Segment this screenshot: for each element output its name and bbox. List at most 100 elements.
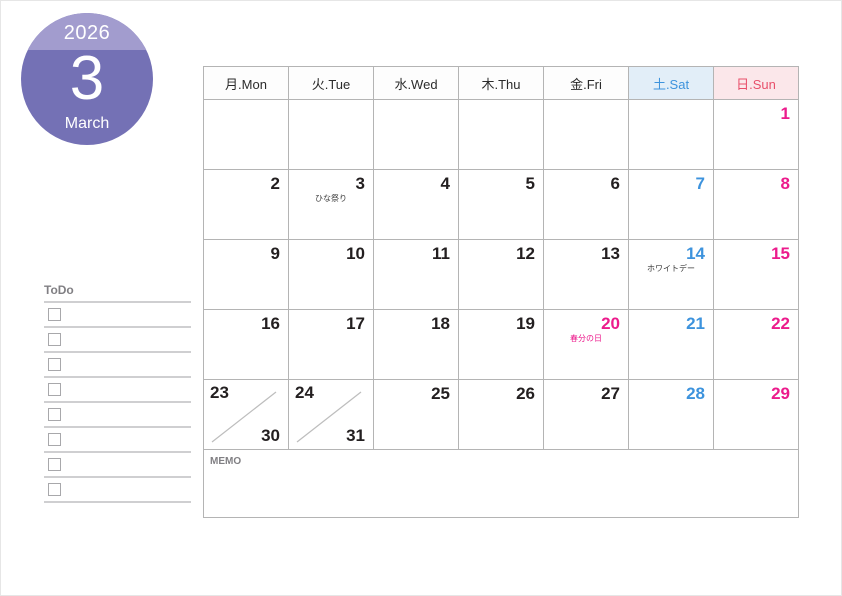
calendar-cell-13[interactable]: 13 <box>543 239 629 310</box>
todo-checkbox[interactable] <box>48 408 61 421</box>
calendar-cell-split-24-31[interactable]: 24 31 <box>288 379 374 450</box>
calendar-cell-split-23-30[interactable]: 23 30 <box>203 379 289 450</box>
todo-title: ToDo <box>44 283 74 297</box>
calendar-cell-empty <box>458 99 544 170</box>
calendar-day-number: 22 <box>771 314 790 333</box>
calendar-week-row: 9 10 11 12 13 14 ホワイトデー 15 <box>203 239 799 310</box>
calendar-cell-14[interactable]: 14 ホワイトデー <box>628 239 714 310</box>
todo-row[interactable] <box>44 428 191 453</box>
calendar-cell-25[interactable]: 25 <box>373 379 459 450</box>
todo-panel: ToDo <box>44 283 191 503</box>
calendar-cell-7[interactable]: 7 <box>628 169 714 240</box>
calendar-day-number: 17 <box>346 314 365 333</box>
calendar-cell-6[interactable]: 6 <box>543 169 629 240</box>
todo-checkbox[interactable] <box>48 308 61 321</box>
todo-row[interactable] <box>44 303 191 328</box>
calendar-day-number: 15 <box>771 244 790 263</box>
memo-cell[interactable]: MEMO <box>203 449 799 518</box>
calendar-week-row: 23 30 24 31 25 26 27 28 29 <box>203 379 799 450</box>
calendar-day-number: 14 <box>686 244 705 263</box>
calendar-cell-empty <box>373 99 459 170</box>
calendar-day-number: 20 <box>601 314 620 333</box>
calendar-cell-28[interactable]: 28 <box>628 379 714 450</box>
calendar-cell-21[interactable]: 21 <box>628 309 714 380</box>
calendar-cell-20[interactable]: 20 春分の日 <box>543 309 629 380</box>
badge-month-number: 3 <box>69 44 105 113</box>
todo-row[interactable] <box>44 378 191 403</box>
calendar-cell-17[interactable]: 17 <box>288 309 374 380</box>
calendar-cell-18[interactable]: 18 <box>373 309 459 380</box>
calendar-cell-empty <box>628 99 714 170</box>
calendar-cell-4[interactable]: 4 <box>373 169 459 240</box>
weekday-header-6: 日.Sun <box>713 66 799 100</box>
weekday-header-4: 金.Fri <box>543 66 629 100</box>
calendar-cell-16[interactable]: 16 <box>203 309 289 380</box>
todo-checkbox[interactable] <box>48 458 61 471</box>
memo-label: MEMO <box>210 456 242 467</box>
calendar-day-number: 28 <box>686 384 705 403</box>
todo-checkbox[interactable] <box>48 383 61 396</box>
calendar-cell-19[interactable]: 19 <box>458 309 544 380</box>
todo-row[interactable] <box>44 328 191 353</box>
calendar-cell-22[interactable]: 22 <box>713 309 799 380</box>
calendar-day-number-secondary: 31 <box>346 426 365 445</box>
todo-row[interactable] <box>44 478 191 503</box>
todo-row[interactable] <box>44 353 191 378</box>
calendar-cell-15[interactable]: 15 <box>713 239 799 310</box>
calendar-day-number: 21 <box>686 314 705 333</box>
calendar-week-row: 16 17 18 19 20 春分の日 21 22 <box>203 309 799 380</box>
calendar-cell-empty <box>543 99 629 170</box>
calendar-day-number: 26 <box>516 384 535 403</box>
calendar-cell-2[interactable]: 2 <box>203 169 289 240</box>
calendar-day-number: 19 <box>516 314 535 333</box>
calendar-week-row: 2 3 ひな祭り 4 5 6 7 8 <box>203 169 799 240</box>
month-badge: 2026 3 March <box>21 13 153 145</box>
calendar-cell-9[interactable]: 9 <box>203 239 289 310</box>
calendar-day-number: 7 <box>695 174 705 193</box>
weekday-header-5: 土.Sat <box>628 66 714 100</box>
calendar-day-number: 6 <box>610 174 620 193</box>
badge-month-name: March <box>64 115 110 132</box>
calendar-cell-5[interactable]: 5 <box>458 169 544 240</box>
todo-rows <box>44 303 191 503</box>
calendar-cell-10[interactable]: 10 <box>288 239 374 310</box>
calendar-cell-11[interactable]: 11 <box>373 239 459 310</box>
calendar-day-number: 1 <box>780 104 790 123</box>
calendar-day-event: ホワイトデー <box>647 264 695 273</box>
calendar-day-number: 12 <box>516 244 535 263</box>
calendar-cell-3[interactable]: 3 ひな祭り <box>288 169 374 240</box>
calendar-day-number: 16 <box>261 314 280 333</box>
weekday-header-1: 火.Tue <box>288 66 374 100</box>
calendar-day-number: 25 <box>431 384 450 403</box>
todo-row[interactable] <box>44 453 191 478</box>
calendar-cell-1[interactable]: 1 <box>713 99 799 170</box>
todo-row[interactable] <box>44 403 191 428</box>
calendar-day-event: ひな祭り <box>315 194 347 203</box>
calendar-day-number: 8 <box>780 174 790 193</box>
calendar-cell-empty <box>203 99 289 170</box>
todo-checkbox[interactable] <box>48 358 61 371</box>
calendar-day-number: 29 <box>771 384 790 403</box>
calendar-day-number: 3 <box>355 174 365 193</box>
calendar-cell-26[interactable]: 26 <box>458 379 544 450</box>
todo-checkbox[interactable] <box>48 483 61 496</box>
calendar-day-number: 27 <box>601 384 620 403</box>
calendar-cell-empty <box>288 99 374 170</box>
calendar-day-number-secondary: 30 <box>261 426 280 445</box>
calendar-cell-8[interactable]: 8 <box>713 169 799 240</box>
calendar-day-number: 23 <box>210 383 229 402</box>
badge-year: 2026 <box>63 22 111 44</box>
calendar-day-event: 春分の日 <box>570 334 602 343</box>
todo-checkbox[interactable] <box>48 433 61 446</box>
calendar-cell-29[interactable]: 29 <box>713 379 799 450</box>
todo-write-line <box>44 501 191 503</box>
calendar-footer: MEMO <box>203 449 799 518</box>
calendar-cell-27[interactable]: 27 <box>543 379 629 450</box>
calendar-cell-12[interactable]: 12 <box>458 239 544 310</box>
calendar-day-number: 4 <box>440 174 450 193</box>
calendar-header-row: 月.Mon 火.Tue 水.Wed 木.Thu 金.Fri 土.Sat 日.Sun <box>203 66 799 100</box>
todo-checkbox[interactable] <box>48 333 61 346</box>
memo-row: MEMO <box>203 449 799 518</box>
calendar-day-number: 18 <box>431 314 450 333</box>
calendar-day-number: 9 <box>270 244 280 263</box>
